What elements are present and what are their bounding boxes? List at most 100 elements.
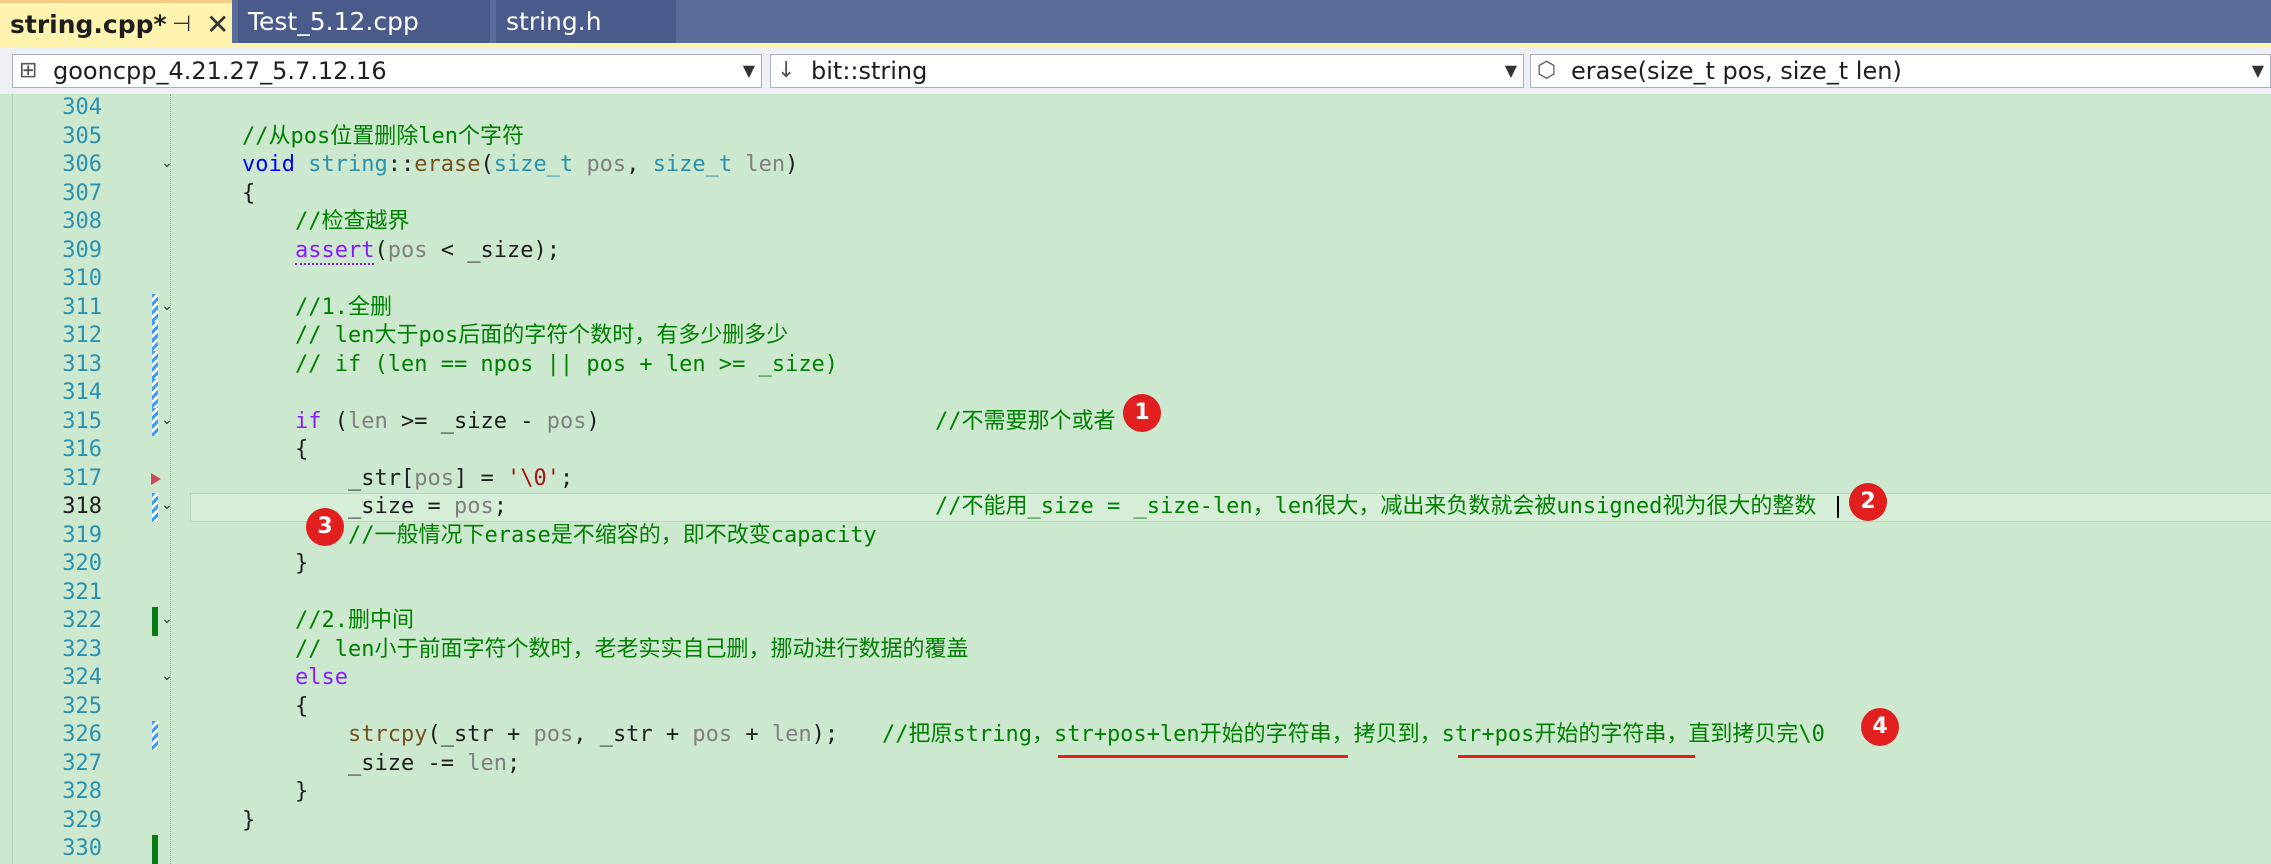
code-line[interactable]: 320 }: [0, 550, 2271, 579]
line-number: 325: [62, 693, 102, 719]
comment: //不需要那个或者: [935, 408, 1116, 434]
code-line[interactable]: 304: [0, 94, 2271, 123]
code-text: strcpy(_str + pos, _str + pos + len);: [348, 722, 839, 747]
change-marker: [152, 721, 158, 750]
change-marker: [152, 350, 158, 379]
scope-dropdown[interactable]: ↓ bit::string ▼: [770, 54, 1524, 88]
tab-label: string.cpp*: [10, 10, 167, 39]
change-marker: [152, 407, 158, 436]
comment: // len小于前面字符个数时，老老实实自己删，挪动进行数据的覆盖: [295, 636, 969, 662]
fold-toggle-icon[interactable]: ⌄: [160, 156, 174, 170]
code-line[interactable]: 312 // len大于pos后面的字符个数时，有多少删多少: [0, 322, 2271, 351]
close-icon[interactable]: ✕: [206, 3, 229, 46]
code-text: {: [242, 180, 256, 206]
code-line[interactable]: 330: [0, 835, 2271, 864]
line-number: 319: [62, 522, 102, 548]
line-number: 328: [62, 779, 102, 804]
code-line[interactable]: 310: [0, 265, 2271, 294]
comment: //把原string，str+pos+len开始的字符串，拷贝到，str+pos…: [882, 722, 1825, 747]
code-line[interactable]: 308 //检查越界: [0, 208, 2271, 237]
comment: //检查越界: [295, 209, 410, 234]
code-line[interactable]: 317 _str[pos] = '\0';: [0, 465, 2271, 494]
tab-bar: string.cpp* ⊣ ✕ Test_5.12.cpp string.h: [0, 0, 2271, 48]
code-text: }: [295, 779, 309, 804]
annotation-badge-2: 2: [1849, 483, 1887, 521]
text-cursor: [1837, 496, 1839, 518]
code-text: _str[pos] = '\0';: [348, 465, 574, 491]
comment: // len大于pos后面的字符个数时，有多少删多少: [295, 323, 789, 348]
tab-label: Test_5.12.cpp: [248, 7, 419, 36]
code-line[interactable]: 326 strcpy(_str + pos, _str + pos + len)…: [0, 721, 2271, 750]
pin-icon[interactable]: ⊣: [172, 3, 191, 46]
change-marker: [152, 293, 158, 322]
code-text: }: [242, 807, 256, 833]
line-number: 326: [62, 722, 102, 747]
code-text: _size -= len;: [348, 750, 521, 776]
line-number: 318: [62, 494, 102, 519]
scope-dropdown-value: bit::string: [811, 57, 928, 85]
chevron-down-icon: ▼: [742, 61, 755, 80]
code-line[interactable]: 313 // if (len == npos || pos + len >= _…: [0, 350, 2271, 379]
tab-string-cpp[interactable]: string.cpp* ⊣ ✕: [0, 0, 232, 43]
function-signature: void string::erase(size_t pos, size_t le…: [242, 152, 799, 177]
code-line[interactable]: 307 {: [0, 180, 2271, 209]
method-cube-icon: ⬡: [1537, 58, 1557, 83]
annotation-badge-4: 4: [1861, 708, 1899, 746]
code-line[interactable]: 329 }: [0, 807, 2271, 836]
fold-toggle-icon[interactable]: ⌄: [160, 612, 174, 626]
line-number: 323: [62, 636, 102, 662]
line-number: 327: [62, 750, 102, 776]
code-line[interactable]: 327 _size -= len;: [0, 750, 2271, 779]
code-line[interactable]: 324 ⌄ else: [0, 664, 2271, 693]
code-line[interactable]: 322 ⌄ //2.删中间: [0, 607, 2271, 636]
tab-test-5-12-cpp[interactable]: Test_5.12.cpp: [238, 0, 490, 43]
code-text: {: [295, 693, 309, 719]
project-dropdown[interactable]: ⊞ gooncpp_4.21.27_5.7.12.16 ▼: [12, 54, 762, 88]
code-line[interactable]: 328 }: [0, 778, 2271, 807]
line-number: 304: [62, 95, 102, 120]
change-marker: [152, 493, 158, 522]
code-line[interactable]: 305 //从pos位置删除len个字符: [0, 123, 2271, 152]
fold-toggle-icon[interactable]: ⌄: [160, 299, 174, 313]
line-number: 305: [62, 123, 102, 149]
code-editor[interactable]: 304 305 //从pos位置删除len个字符 306 ⌄ void stri…: [0, 94, 2271, 864]
line-number: 313: [62, 351, 102, 377]
code-line[interactable]: 325 {: [0, 693, 2271, 722]
line-number: 311: [62, 294, 102, 320]
code-line[interactable]: 309 assert(pos < _size);: [0, 237, 2271, 266]
line-number: 322: [62, 608, 102, 633]
saved-change-marker: [152, 607, 158, 636]
line-number: 308: [62, 209, 102, 234]
annotation-underline: [1458, 755, 1695, 758]
code-line[interactable]: 323 // len小于前面字符个数时，老老实实自己删，挪动进行数据的覆盖: [0, 636, 2271, 665]
member-dropdown-value: erase(size_t pos, size_t len): [1571, 57, 1902, 85]
code-line[interactable]: 306 ⌄ void string::erase(size_t pos, siz…: [0, 151, 2271, 180]
comment: //不能用_size = _size-len，len很大，减出来负数就会被uns…: [935, 494, 1817, 519]
fold-toggle-icon[interactable]: ⌄: [160, 498, 174, 512]
member-dropdown[interactable]: ⬡ erase(size_t pos, size_t len) ▼: [1530, 54, 2271, 88]
line-number: 312: [62, 323, 102, 348]
line-number: 330: [62, 836, 102, 861]
chevron-down-icon: ▼: [2251, 61, 2264, 80]
project-dropdown-value: gooncpp_4.21.27_5.7.12.16: [53, 57, 387, 85]
code-line[interactable]: 311 ⌄ //1.全删: [0, 293, 2271, 322]
line-number: 307: [62, 180, 102, 206]
tab-string-h[interactable]: string.h: [496, 0, 676, 43]
annotation-badge-1: 1: [1123, 394, 1161, 432]
chevron-down-icon: ▼: [1504, 61, 1517, 80]
comment: //一般情况下erase是不缩容的，即不改变capacity: [348, 522, 877, 548]
line-number: 310: [62, 266, 102, 291]
code-line[interactable]: 316 {: [0, 436, 2271, 465]
fold-toggle-icon[interactable]: ⌄: [160, 413, 174, 427]
line-number: 316: [62, 437, 102, 462]
line-number: 324: [62, 665, 102, 690]
breakpoint-arrow-icon[interactable]: [151, 472, 161, 485]
code-line[interactable]: 321: [0, 579, 2271, 608]
line-number: 309: [62, 237, 102, 263]
comment: // if (len == npos || pos + len >= _size…: [295, 351, 839, 377]
comment: //从pos位置删除len个字符: [242, 123, 524, 149]
project-icon: ⊞: [19, 58, 38, 83]
fold-toggle-icon[interactable]: ⌄: [160, 669, 174, 683]
navigation-bar: ⊞ gooncpp_4.21.27_5.7.12.16 ▼ ↓ bit::str…: [0, 48, 2271, 95]
code-text: assert(pos < _size);: [295, 237, 560, 265]
